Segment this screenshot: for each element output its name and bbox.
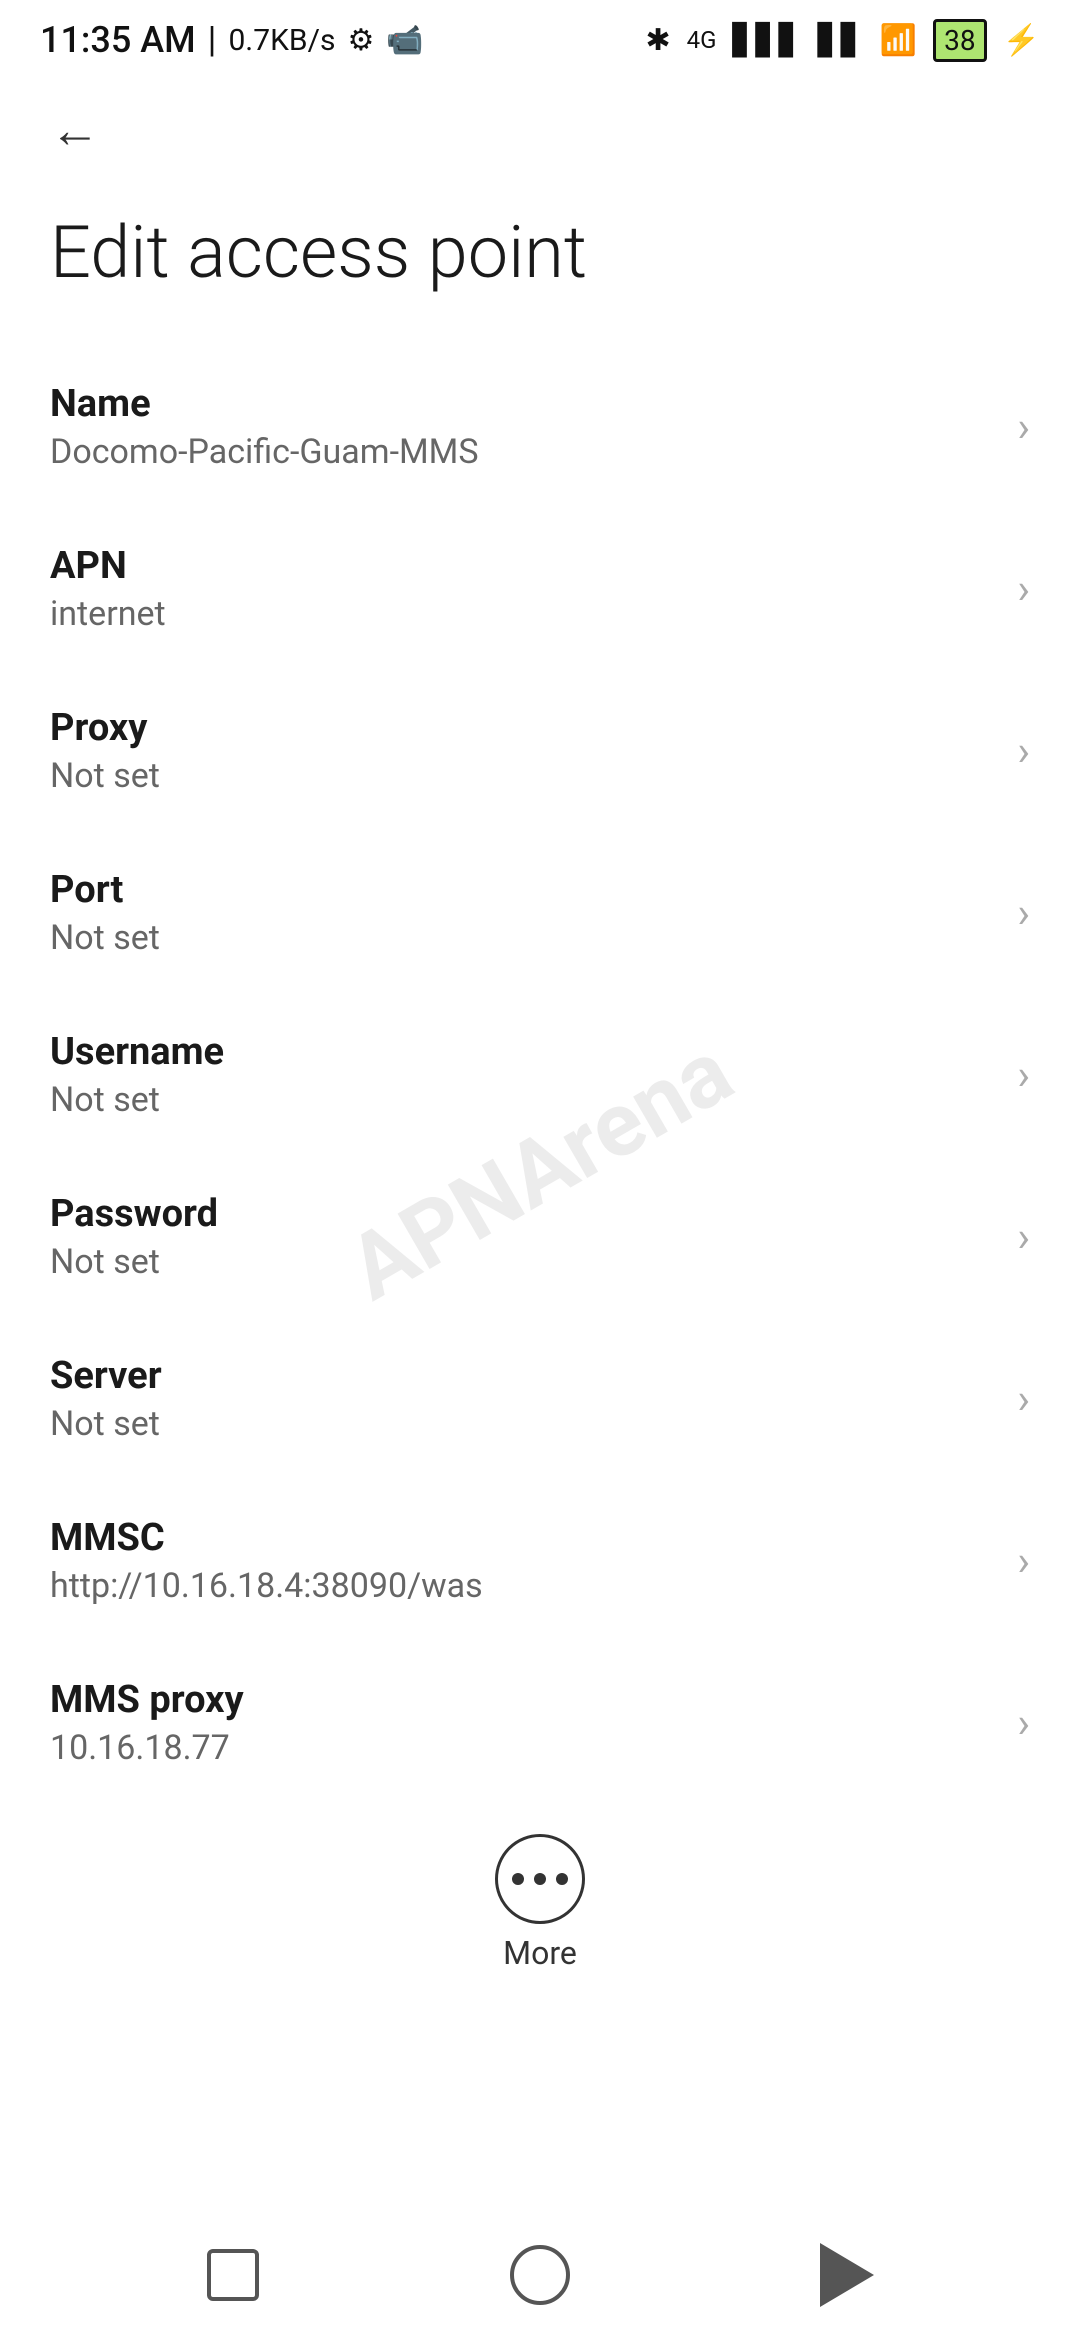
signal-bars2-icon: ▋▋ <box>818 23 864 58</box>
toolbar: ← <box>0 80 1080 180</box>
settings-item-port[interactable]: Port Not set › <box>0 832 1080 994</box>
more-dots-icon <box>512 1873 568 1885</box>
settings-item-name-content: Name Docomo-Pacific-Guam-MMS <box>50 382 997 472</box>
chevron-right-icon: › <box>1017 727 1030 776</box>
settings-item-server[interactable]: Server Not set › <box>0 1318 1080 1480</box>
video-camera-icon: 📹 <box>386 23 423 58</box>
nav-recents-button[interactable] <box>193 2235 273 2315</box>
more-button-area: More <box>0 1804 1080 1992</box>
settings-item-name-label: Name <box>50 382 997 426</box>
settings-item-apn-value: internet <box>50 594 997 634</box>
settings-item-apn-label: APN <box>50 544 997 588</box>
page-title: Edit access point <box>50 210 587 295</box>
nav-back-icon <box>820 2243 874 2307</box>
settings-item-apn-content: APN internet <box>50 544 997 634</box>
chevron-right-icon: › <box>1017 565 1030 614</box>
settings-item-password-value: Not set <box>50 1242 997 1282</box>
settings-item-mms-proxy-value: 10.16.18.77 <box>50 1728 997 1768</box>
status-icons-right: ✱ 4G ▋▋▋ ▋▋ 📶 38 ⚡ <box>645 19 1040 62</box>
back-arrow-icon: ← <box>50 101 100 160</box>
settings-item-mms-proxy[interactable]: MMS proxy 10.16.18.77 › <box>0 1642 1080 1804</box>
charging-icon: ⚡ <box>1003 23 1040 58</box>
settings-item-name[interactable]: Name Docomo-Pacific-Guam-MMS › <box>0 346 1080 508</box>
navigation-bar <box>0 2210 1080 2340</box>
nav-back-button[interactable] <box>807 2235 887 2315</box>
settings-item-username[interactable]: Username Not set › <box>0 994 1080 1156</box>
settings-item-mmsc-label: MMSC <box>50 1516 997 1560</box>
settings-item-apn[interactable]: APN internet › <box>0 508 1080 670</box>
wifi-icon: 📶 <box>880 23 917 58</box>
status-bar: 11:35 AM | 0.7KB/s ⚙ 📹 ✱ 4G ▋▋▋ ▋▋ 📶 38 … <box>0 0 1080 80</box>
chevron-right-icon: › <box>1017 1213 1030 1262</box>
settings-icon: ⚙ <box>347 23 374 58</box>
settings-item-port-value: Not set <box>50 918 997 958</box>
nav-recents-icon <box>207 2249 259 2301</box>
chevron-right-icon: › <box>1017 889 1030 938</box>
nav-home-icon <box>510 2245 570 2305</box>
settings-item-mmsc-value: http://10.16.18.4:38090/was <box>50 1566 997 1606</box>
settings-item-mmsc-content: MMSC http://10.16.18.4:38090/was <box>50 1516 997 1606</box>
status-time: 11:35 AM <box>40 19 196 61</box>
settings-item-password-content: Password Not set <box>50 1192 997 1282</box>
more-button[interactable] <box>495 1834 585 1924</box>
main-content: ← Edit access point Name Docomo-Pacific-… <box>0 80 1080 2210</box>
status-separator: | <box>208 19 217 61</box>
chevron-right-icon: › <box>1017 1051 1030 1100</box>
settings-item-proxy-value: Not set <box>50 756 997 796</box>
settings-item-name-value: Docomo-Pacific-Guam-MMS <box>50 432 997 472</box>
battery-indicator: 38 <box>933 19 986 62</box>
settings-item-port-label: Port <box>50 868 997 912</box>
settings-item-username-label: Username <box>50 1030 997 1074</box>
settings-item-port-content: Port Not set <box>50 868 997 958</box>
settings-list: Name Docomo-Pacific-Guam-MMS › APN inter… <box>0 346 1080 1804</box>
settings-item-server-value: Not set <box>50 1404 997 1444</box>
settings-item-password[interactable]: Password Not set › <box>0 1156 1080 1318</box>
settings-item-username-content: Username Not set <box>50 1030 997 1120</box>
settings-item-proxy[interactable]: Proxy Not set › <box>0 670 1080 832</box>
settings-item-mms-proxy-label: MMS proxy <box>50 1678 997 1722</box>
signal-bars-icon: ▋▋▋ <box>732 23 801 58</box>
chevron-right-icon: › <box>1017 1537 1030 1586</box>
more-dot-3 <box>556 1873 568 1885</box>
settings-item-username-value: Not set <box>50 1080 997 1120</box>
settings-item-proxy-content: Proxy Not set <box>50 706 997 796</box>
bluetooth-icon: ✱ <box>645 23 670 58</box>
settings-item-server-label: Server <box>50 1354 997 1398</box>
settings-item-mms-proxy-content: MMS proxy 10.16.18.77 <box>50 1678 997 1768</box>
settings-item-server-content: Server Not set <box>50 1354 997 1444</box>
chevron-right-icon: › <box>1017 1375 1030 1424</box>
more-label: More <box>503 1934 577 1972</box>
more-dot-2 <box>534 1873 546 1885</box>
settings-item-proxy-label: Proxy <box>50 706 997 750</box>
chevron-right-icon: › <box>1017 1699 1030 1748</box>
settings-item-mmsc[interactable]: MMSC http://10.16.18.4:38090/was › <box>0 1480 1080 1642</box>
status-speed: 0.7KB/s <box>228 23 335 58</box>
signal-4g-icon: 4G <box>687 26 717 54</box>
back-button[interactable]: ← <box>40 95 110 165</box>
more-dot-1 <box>512 1873 524 1885</box>
settings-item-password-label: Password <box>50 1192 997 1236</box>
status-bar-left: 11:35 AM | 0.7KB/s ⚙ 📹 <box>40 19 424 61</box>
chevron-right-icon: › <box>1017 403 1030 452</box>
page-title-area: Edit access point <box>0 180 1080 346</box>
nav-home-button[interactable] <box>500 2235 580 2315</box>
